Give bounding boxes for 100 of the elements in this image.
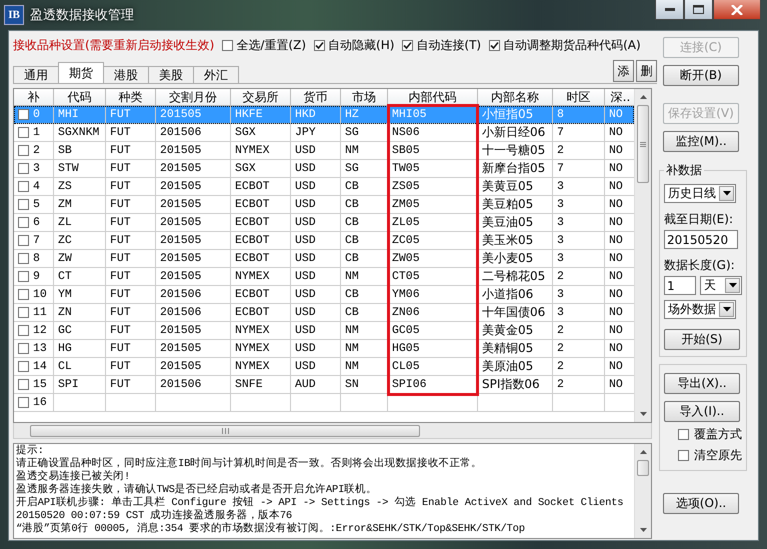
row-number: 7 xyxy=(33,233,40,249)
column-header[interactable]: 补 xyxy=(14,89,54,106)
tab[interactable]: 期货 xyxy=(58,62,104,83)
table-cell: 7 xyxy=(553,160,605,178)
checkbox[interactable] xyxy=(402,40,414,50)
checkbox[interactable] xyxy=(678,429,689,440)
column-header[interactable]: 时区 xyxy=(553,89,605,106)
scrollbar[interactable] xyxy=(634,444,651,538)
table-cell: SGXNKM xyxy=(54,124,106,142)
row-number: 5 xyxy=(33,197,40,213)
row-number: 13 xyxy=(33,341,47,357)
scroll-thumb[interactable] xyxy=(30,424,420,436)
table-cell: HZ xyxy=(341,106,388,124)
table-cell: JPY xyxy=(291,124,341,142)
table-cell: USD xyxy=(291,232,341,250)
checkbox[interactable] xyxy=(18,379,29,390)
scroll-thumb[interactable] xyxy=(637,460,649,476)
table-cell: YM06 xyxy=(388,286,478,304)
date-field[interactable]: 20150520 xyxy=(664,230,738,249)
table-cell: NM xyxy=(341,142,388,160)
settings-title: 接收品种设置(需要重新启动接收生效) xyxy=(13,36,214,54)
scroll-thumb[interactable] xyxy=(637,105,649,183)
button[interactable]: 断开(B) xyxy=(663,65,739,86)
table-cell: 小恒指05 xyxy=(478,106,553,124)
table-cell: NM xyxy=(341,322,388,340)
table-cell: 小新日经06 xyxy=(478,124,553,142)
table-cell: ECBOT xyxy=(231,232,291,250)
button[interactable]: 删 xyxy=(636,60,657,82)
column-header[interactable]: 交易所 xyxy=(231,89,291,106)
checkbox[interactable] xyxy=(18,181,29,192)
column-header[interactable]: 代码 xyxy=(54,89,106,106)
checkbox[interactable] xyxy=(18,127,29,138)
column-header[interactable]: 深.. xyxy=(605,89,634,106)
period-dropdown[interactable]: 历史日线 xyxy=(664,184,736,203)
checkbox[interactable] xyxy=(18,307,29,318)
tab[interactable]: 通用 xyxy=(13,66,59,83)
row-number: 6 xyxy=(33,215,40,231)
table-cell: FUT xyxy=(106,304,156,322)
checkbox[interactable] xyxy=(18,361,29,372)
table-cell: SPI06 xyxy=(388,376,478,394)
table-cell: FUT xyxy=(106,178,156,196)
unit-dropdown[interactable]: 天 xyxy=(700,276,742,295)
button[interactable]: 选项(O).. xyxy=(663,493,739,514)
button[interactable]: 开始(S) xyxy=(664,329,740,350)
checkbox[interactable] xyxy=(18,145,29,156)
table-cell: USD xyxy=(291,268,341,286)
table-cell: 7 xyxy=(553,124,605,142)
checkbox[interactable] xyxy=(18,199,29,210)
log-line: “港股”页第0行 00005, 消息:354 要求的市场数据没有被订阅。:Error&SEHK/STK/Top&SEHK/STK/Top xyxy=(16,523,526,536)
table-cell: MHI05 xyxy=(388,106,478,124)
close-icon[interactable] xyxy=(713,0,761,20)
length-field[interactable]: 1 xyxy=(664,276,696,295)
checkbox[interactable] xyxy=(222,40,234,50)
column-header[interactable]: 内部名称 xyxy=(478,89,553,106)
checkbox[interactable] xyxy=(18,289,29,300)
table-cell: 美黄金05 xyxy=(478,322,553,340)
tab[interactable]: 美股 xyxy=(148,66,194,83)
checkbox[interactable] xyxy=(18,235,29,246)
checkbox[interactable] xyxy=(18,343,29,354)
checkbox[interactable] xyxy=(489,40,500,50)
checkbox[interactable] xyxy=(18,397,29,408)
column-header[interactable]: 货币 xyxy=(291,89,341,106)
button[interactable]: 添 xyxy=(613,60,634,82)
checkbox[interactable] xyxy=(18,109,29,120)
table-cell: NYMEX xyxy=(231,142,291,160)
maximize-icon[interactable] xyxy=(684,0,713,20)
checkbox[interactable] xyxy=(678,450,689,461)
minimize-icon[interactable] xyxy=(655,0,684,20)
checkbox[interactable] xyxy=(18,217,29,228)
table-cell: HKD xyxy=(291,106,341,124)
table-cell: ECBOT xyxy=(231,214,291,232)
checkbox[interactable] xyxy=(18,325,29,336)
checkbox[interactable] xyxy=(18,163,29,174)
table-cell: HG xyxy=(54,340,106,358)
scrollbar[interactable] xyxy=(634,89,651,422)
table-cell: 2 xyxy=(553,376,605,394)
table-cell xyxy=(341,394,388,412)
scrollbar[interactable] xyxy=(13,423,652,439)
column-header[interactable]: 交割月份 xyxy=(156,89,231,106)
table-cell: ECBOT xyxy=(231,196,291,214)
button[interactable]: 导入(I).. xyxy=(664,401,740,422)
caret-icon xyxy=(725,278,740,293)
checkbox[interactable] xyxy=(314,40,326,50)
table-cell: NM xyxy=(341,358,388,376)
table-cell: HKFE xyxy=(231,106,291,124)
table-cell: 美豆油05 xyxy=(478,214,553,232)
table-cell: 2 xyxy=(553,268,605,286)
table-cell: 美豆粕05 xyxy=(478,196,553,214)
field-label: 数据长度(G): xyxy=(664,257,736,274)
column-header[interactable]: 种类 xyxy=(106,89,156,106)
tab[interactable]: 外汇 xyxy=(193,66,239,83)
button[interactable]: 导出(X).. xyxy=(664,373,740,394)
table-cell: NO xyxy=(605,106,634,124)
checkbox[interactable] xyxy=(18,271,29,282)
column-header[interactable]: 市场 xyxy=(341,89,388,106)
table-cell: SGX xyxy=(231,160,291,178)
button[interactable]: 监控(M).. xyxy=(663,131,739,152)
source-dropdown[interactable]: 场外数据 xyxy=(664,300,736,319)
tab[interactable]: 港股 xyxy=(103,66,149,83)
checkbox[interactable] xyxy=(18,253,29,264)
